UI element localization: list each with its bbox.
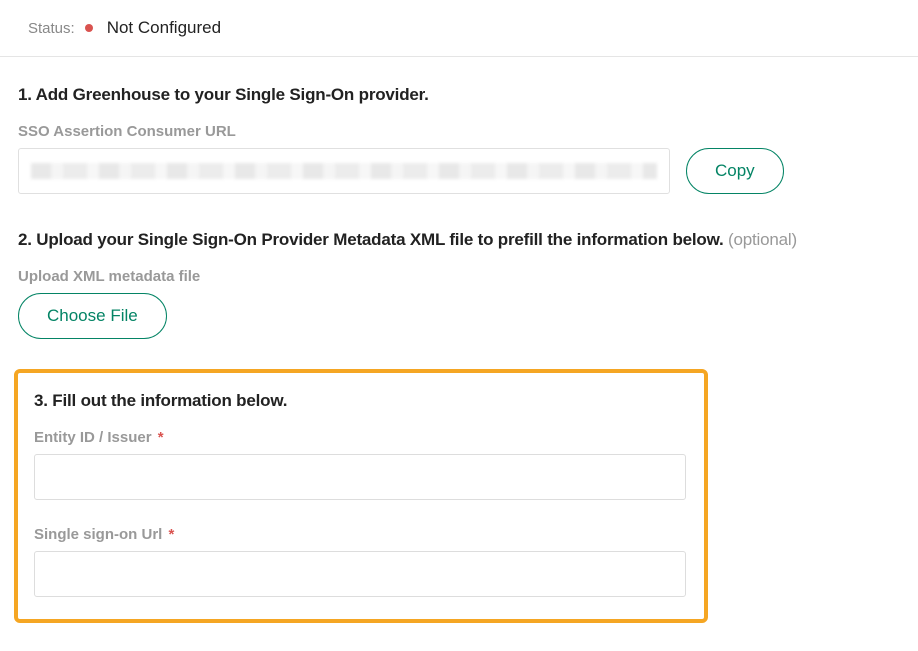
section2-heading: 2. Upload your Single Sign-On Provider M… <box>18 230 900 250</box>
section2-optional: (optional) <box>728 230 797 249</box>
status-dot-icon <box>85 24 93 32</box>
upload-xml-label: Upload XML metadata file <box>18 268 900 285</box>
entity-id-label: Entity ID / Issuer * <box>34 429 688 446</box>
entity-id-label-text: Entity ID / Issuer <box>34 429 152 446</box>
sso-url-field-block: Single sign-on Url * <box>34 526 688 597</box>
required-star-icon: * <box>169 526 175 543</box>
sso-url-label: SSO Assertion Consumer URL <box>18 123 900 140</box>
section1-heading: 1. Add Greenhouse to your Single Sign-On… <box>18 85 900 105</box>
status-row: Status: Not Configured <box>18 18 900 38</box>
required-star-icon: * <box>158 429 164 446</box>
section-add-provider: 1. Add Greenhouse to your Single Sign-On… <box>18 85 900 194</box>
redacted-url-content <box>31 163 657 179</box>
single-signon-url-label-text: Single sign-on Url <box>34 526 162 543</box>
choose-file-button[interactable]: Choose File <box>18 293 167 339</box>
single-signon-url-label: Single sign-on Url * <box>34 526 688 543</box>
single-signon-url-input[interactable] <box>34 551 686 597</box>
status-label: Status: <box>28 20 75 37</box>
section-fill-info-highlight: 3. Fill out the information below. Entit… <box>14 369 708 623</box>
divider <box>0 56 918 57</box>
status-value: Not Configured <box>107 18 221 38</box>
entity-id-input[interactable] <box>34 454 686 500</box>
section2-heading-main: 2. Upload your Single Sign-On Provider M… <box>18 230 728 249</box>
section-upload-metadata: 2. Upload your Single Sign-On Provider M… <box>18 230 900 339</box>
sso-consumer-url-field <box>18 148 670 194</box>
copy-button[interactable]: Copy <box>686 148 784 194</box>
entity-id-field-block: Entity ID / Issuer * <box>34 429 688 500</box>
section3-heading: 3. Fill out the information below. <box>34 391 688 411</box>
